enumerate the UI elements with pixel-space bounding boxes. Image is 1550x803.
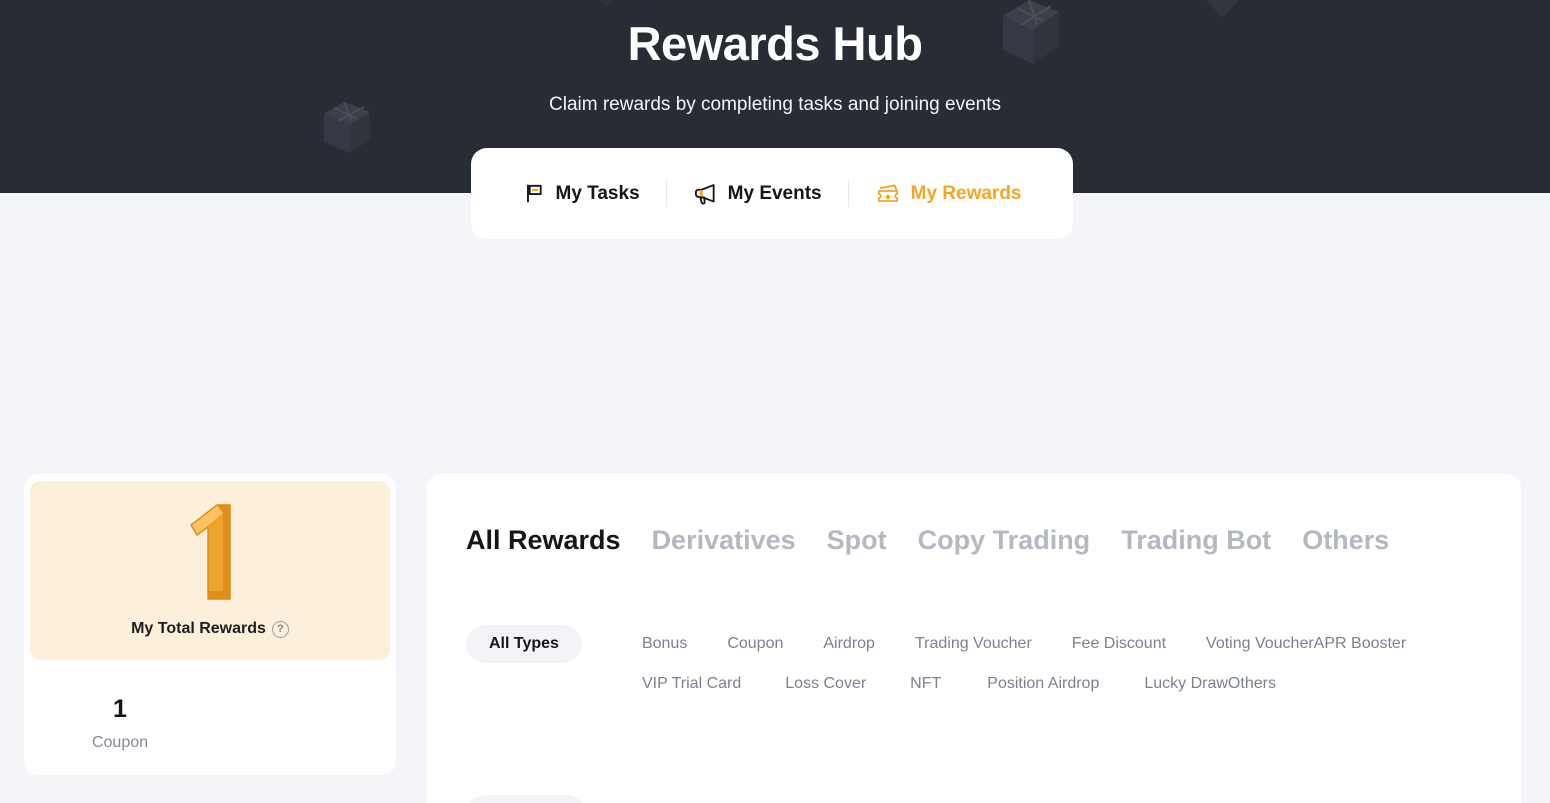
tab-my-rewards[interactable]: My Rewards <box>849 174 1048 214</box>
type-filter-options: Bonus Coupon Airdrop Trading Voucher Fee… <box>642 625 1464 705</box>
stat-coupon-value: 1 <box>113 695 127 723</box>
numeral-one-3d-icon <box>190 504 231 600</box>
tab-my-events[interactable]: My Events <box>667 174 848 214</box>
type-option-others[interactable]: Others <box>1228 665 1276 703</box>
type-option-voting-voucher[interactable]: Voting Voucher <box>1206 625 1314 663</box>
status-filter-options: Available Used Expired <box>648 795 896 803</box>
stat-coupon-label: Coupon <box>91 734 149 751</box>
status-filter-row: All Status Available Used Expired <box>466 795 896 803</box>
megaphone-icon <box>694 184 715 205</box>
section-tab-bar: My Tasks My Events My Rewards <box>471 148 1073 239</box>
type-option-vip-trial-card[interactable]: VIP Trial Card <box>642 665 741 703</box>
total-rewards-label-row: My Total Rewards ? <box>30 620 390 638</box>
tab-my-tasks[interactable]: My Tasks <box>497 174 666 214</box>
type-option-nft[interactable]: NFT <box>910 665 941 703</box>
type-option-trading-voucher[interactable]: Trading Voucher <box>915 625 1032 663</box>
type-option-airdrop[interactable]: Airdrop <box>823 625 875 663</box>
total-rewards-label: My Total Rewards <box>131 620 266 637</box>
tab-my-events-label: My Events <box>727 183 822 204</box>
total-rewards-panel: My Total Rewards ? <box>30 481 390 660</box>
type-option-bonus[interactable]: Bonus <box>642 625 687 663</box>
total-rewards-figure <box>30 481 390 600</box>
question-circle-icon[interactable]: ? <box>271 620 289 638</box>
type-filter-row: All Types Bonus Coupon Airdrop Trading V… <box>466 625 1464 705</box>
status-option-expired[interactable]: Expired <box>842 795 896 803</box>
status-filter-all[interactable]: All Status <box>466 795 586 803</box>
type-option-lucky-draw[interactable]: Lucky Draw <box>1144 665 1228 703</box>
type-option-apr-booster[interactable]: APR Booster <box>1314 625 1406 663</box>
status-option-available[interactable]: Available <box>648 795 713 803</box>
category-tab-copy-trading[interactable]: Copy Trading <box>918 524 1091 556</box>
ticket-star-icon <box>877 184 898 202</box>
category-tab-trading-bot[interactable]: Trading Bot <box>1121 524 1271 556</box>
tab-my-rewards-label: My Rewards <box>910 183 1022 204</box>
category-tab-others[interactable]: Others <box>1302 524 1389 556</box>
tab-my-tasks-label: My Tasks <box>555 183 640 204</box>
type-filter-all[interactable]: All Types <box>466 625 582 663</box>
category-tab-spot[interactable]: Spot <box>827 524 887 556</box>
rewards-panel: All Rewards Derivatives Spot Copy Tradin… <box>427 474 1521 803</box>
type-option-position-airdrop[interactable]: Position Airdrop <box>987 665 1099 703</box>
type-option-coupon[interactable]: Coupon <box>727 625 783 663</box>
flag-icon <box>526 184 542 203</box>
category-tab-all-rewards[interactable]: All Rewards <box>466 524 621 556</box>
category-tab-derivatives[interactable]: Derivatives <box>652 524 796 556</box>
page-title: Rewards Hub <box>627 17 923 70</box>
summary-card: My Total Rewards ? 1 Coupon <box>24 474 396 775</box>
type-option-loss-cover[interactable]: Loss Cover <box>785 665 866 703</box>
page-subtitle: Claim rewards by completing tasks and jo… <box>549 94 1001 115</box>
status-option-used[interactable]: Used <box>758 795 795 803</box>
category-tab-list: All Rewards Derivatives Spot Copy Tradin… <box>466 524 1389 556</box>
type-option-fee-discount[interactable]: Fee Discount <box>1072 625 1166 663</box>
